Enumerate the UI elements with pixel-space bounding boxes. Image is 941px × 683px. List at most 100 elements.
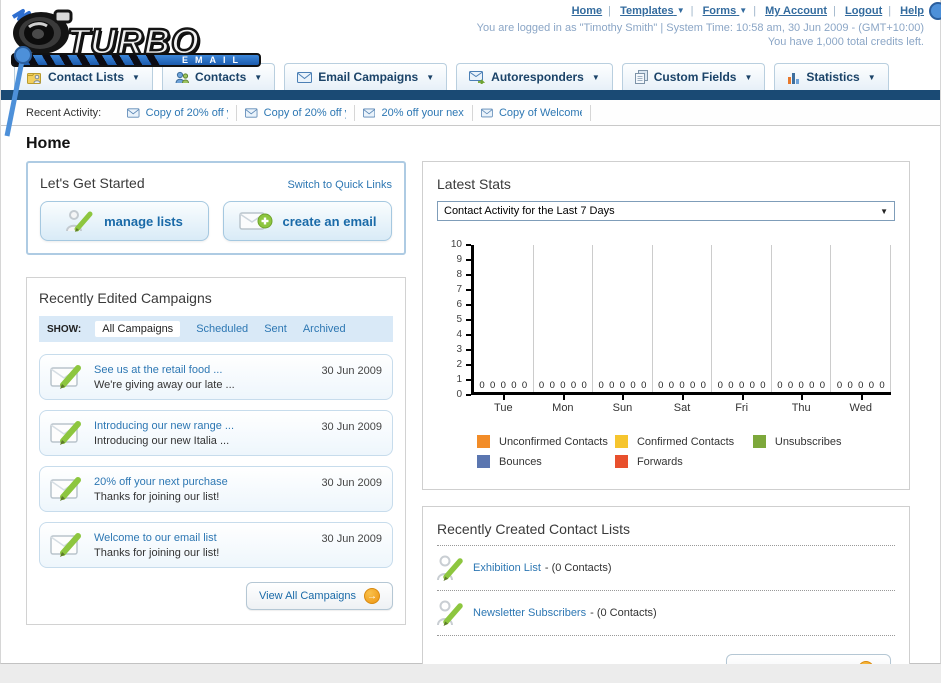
- chart-x-label: Wed: [849, 402, 872, 414]
- contact-lists-panel: Recently Created Contact Lists Exhibitio…: [422, 506, 910, 683]
- campaign-filter[interactable]: Archived: [303, 323, 346, 335]
- chart-day-group: 0 0 0 0 0 Sun: [593, 245, 653, 414]
- link-forms[interactable]: Forms ▼: [703, 5, 748, 17]
- create-email-icon: [238, 212, 273, 230]
- chevron-down-icon: ▼: [132, 72, 140, 82]
- recent-activity-item[interactable]: 20% off your next p: [355, 104, 474, 121]
- legend-item: Unconfirmed Contacts: [477, 435, 615, 448]
- link-home[interactable]: Home: [572, 5, 603, 17]
- campaign-subtitle: Thanks for joining our list!: [94, 546, 220, 559]
- legend-item: Unsubscribes: [752, 435, 891, 448]
- manage-lists-icon: [66, 210, 93, 232]
- legend-swatch: [752, 435, 766, 448]
- tab-custom-fields[interactable]: Custom Fields ▼: [621, 63, 766, 90]
- tab-statistics[interactable]: Statistics ▼: [774, 63, 889, 90]
- link-help[interactable]: Help: [900, 5, 924, 17]
- tab-contacts[interactable]: Contacts ▼: [161, 63, 276, 90]
- campaign-envelope-pencil-icon: [50, 533, 81, 557]
- navy-divider-bar: [1, 90, 940, 100]
- campaign-item[interactable]: 20% off your next purchase Thanks for jo…: [39, 466, 393, 512]
- latest-stats-panel: Latest Stats Contact Activity for the La…: [422, 161, 910, 490]
- latest-stats-title: Latest Stats: [437, 176, 511, 192]
- campaign-subtitle: We're giving away our late ...: [94, 378, 235, 391]
- campaign-filter[interactable]: Scheduled: [196, 323, 248, 335]
- campaign-envelope-pencil-icon: [50, 421, 81, 445]
- campaign-title[interactable]: Welcome to our email list: [94, 532, 311, 544]
- contact-list-count: - (0 Contacts): [590, 607, 657, 619]
- recent-activity-item[interactable]: Copy of 20% off yo: [119, 104, 238, 121]
- link-logout[interactable]: Logout: [845, 5, 882, 17]
- list-pencil-icon: [437, 555, 463, 581]
- logo-bar: EMAIL: [11, 53, 261, 67]
- email-campaigns-icon: [297, 71, 313, 83]
- chart-x-label: Sat: [673, 402, 691, 414]
- page-title: Home: [26, 135, 71, 152]
- switch-quick-links[interactable]: Switch to Quick Links: [287, 179, 392, 191]
- create-email-button[interactable]: create an email: [223, 201, 392, 241]
- campaign-filter[interactable]: All Campaigns: [95, 321, 181, 337]
- envelope-icon: [481, 108, 493, 117]
- tab-autoresponders[interactable]: Autoresponders ▼: [456, 63, 613, 90]
- app-logo: TURBO EMAIL: [7, 3, 275, 67]
- recent-activity-label: Recent Activity:: [26, 106, 102, 119]
- chevron-down-icon: ▼: [254, 72, 263, 82]
- app-page: TURBO EMAIL Home | Templates ▼ | Forms ▼ | …: [0, 0, 941, 683]
- campaign-item[interactable]: See us at the retail food ... We're givi…: [39, 354, 393, 400]
- campaign-filter[interactable]: Sent: [264, 323, 287, 335]
- get-started-panel: Let's Get Started Switch to Quick Links …: [26, 161, 406, 255]
- legend-swatch: [477, 435, 490, 448]
- chart-y-axis: 10 9 8 7 6 5 4 3 2 1 0: [441, 239, 471, 400]
- tab-contact-lists[interactable]: Contact Lists ▼: [14, 63, 153, 90]
- chevron-down-icon: ▼: [744, 72, 753, 82]
- contacts-icon: [175, 71, 189, 83]
- recent-activity-bar: Recent Activity: Copy of 20% off yo Copy…: [1, 100, 940, 126]
- custom-fields-icon: [634, 70, 648, 84]
- campaign-date: 30 Jun 2009: [321, 421, 382, 433]
- contact-list-count: - (0 Contacts): [544, 562, 612, 574]
- logo-subtitle: EMAIL: [182, 55, 245, 65]
- manage-lists-button[interactable]: manage lists: [40, 201, 209, 241]
- campaign-envelope-pencil-icon: [50, 477, 81, 501]
- campaigns-panel: Recently Edited Campaigns SHOW: All Camp…: [26, 277, 406, 625]
- chart-x-label: Fri: [735, 402, 749, 414]
- contact-lists-title: Recently Created Contact Lists: [437, 521, 630, 537]
- top-nav-links: Home | Templates ▼ | Forms ▼ | My Account | …: [571, 5, 924, 17]
- contact-activity-chart: 10 9 8 7 6 5 4 3 2 1 0 0 0 0 0 0 Tue 0 0 0 0 0 Mon 0 0 0 0 0 Sun 0 0 0…: [437, 239, 895, 414]
- campaign-envelope-pencil-icon: [50, 365, 81, 389]
- show-label: SHOW:: [47, 323, 82, 335]
- campaign-title[interactable]: See us at the retail food ...: [94, 364, 311, 376]
- chart-legend: Unconfirmed Contacts Confirmed Contacts …: [477, 435, 895, 475]
- contact-list-item[interactable]: Exhibition List - (0 Contacts): [437, 546, 895, 591]
- campaigns-filter-bar: SHOW: All Campaigns Scheduled Sent Archi…: [39, 316, 393, 342]
- recent-activity-item[interactable]: Copy of 20% off yo: [237, 104, 356, 121]
- main-content: TURBO EMAIL Home | Templates ▼ | Forms ▼ | …: [0, 0, 941, 683]
- campaign-item[interactable]: Welcome to our email list Thanks for joi…: [39, 522, 393, 568]
- chevron-down-icon: ▼: [880, 206, 888, 216]
- campaigns-title: Recently Edited Campaigns: [39, 290, 212, 306]
- stats-period-dropdown[interactable]: Contact Activity for the Last 7 Days ▼: [437, 201, 895, 221]
- link-my-account[interactable]: My Account: [765, 5, 827, 17]
- campaign-title[interactable]: Introducing our new range ...: [94, 420, 311, 432]
- view-all-campaigns-button[interactable]: View All Campaigns →: [245, 582, 393, 610]
- envelope-icon: [245, 107, 258, 118]
- contact-list-name[interactable]: Exhibition List: [473, 562, 541, 574]
- campaign-subtitle: Introducing our new Italia ...: [94, 434, 230, 447]
- chart-day-group: 0 0 0 0 0 Thu: [772, 245, 832, 414]
- chart-day-group: 0 0 0 0 0 Tue: [474, 245, 534, 414]
- autoresponders-icon: [469, 70, 486, 84]
- tab-email-campaigns[interactable]: Email Campaigns ▼: [284, 63, 448, 90]
- campaign-title[interactable]: 20% off your next purchase: [94, 476, 311, 488]
- link-templates[interactable]: Templates ▼: [620, 5, 685, 17]
- corner-dot-decoration: [929, 2, 941, 20]
- header: TURBO EMAIL Home | Templates ▼ | Forms ▼ | …: [1, 0, 941, 137]
- contact-list-name[interactable]: Newsletter Subscribers: [473, 607, 586, 619]
- legend-item: Forwards: [614, 455, 753, 468]
- campaign-item[interactable]: Introducing our new range ... Introducin…: [39, 410, 393, 456]
- chart-day-group: 0 0 0 0 0 Sat: [653, 245, 713, 414]
- chart-day-group: 0 0 0 0 0 Wed: [831, 245, 892, 414]
- chevron-down-icon: ▼: [867, 72, 876, 82]
- campaign-date: 30 Jun 2009: [321, 533, 382, 545]
- legend-swatch: [477, 455, 490, 468]
- contact-list-item[interactable]: Newsletter Subscribers - (0 Contacts): [437, 591, 895, 636]
- recent-activity-item[interactable]: Copy of Welcome to: [473, 104, 592, 121]
